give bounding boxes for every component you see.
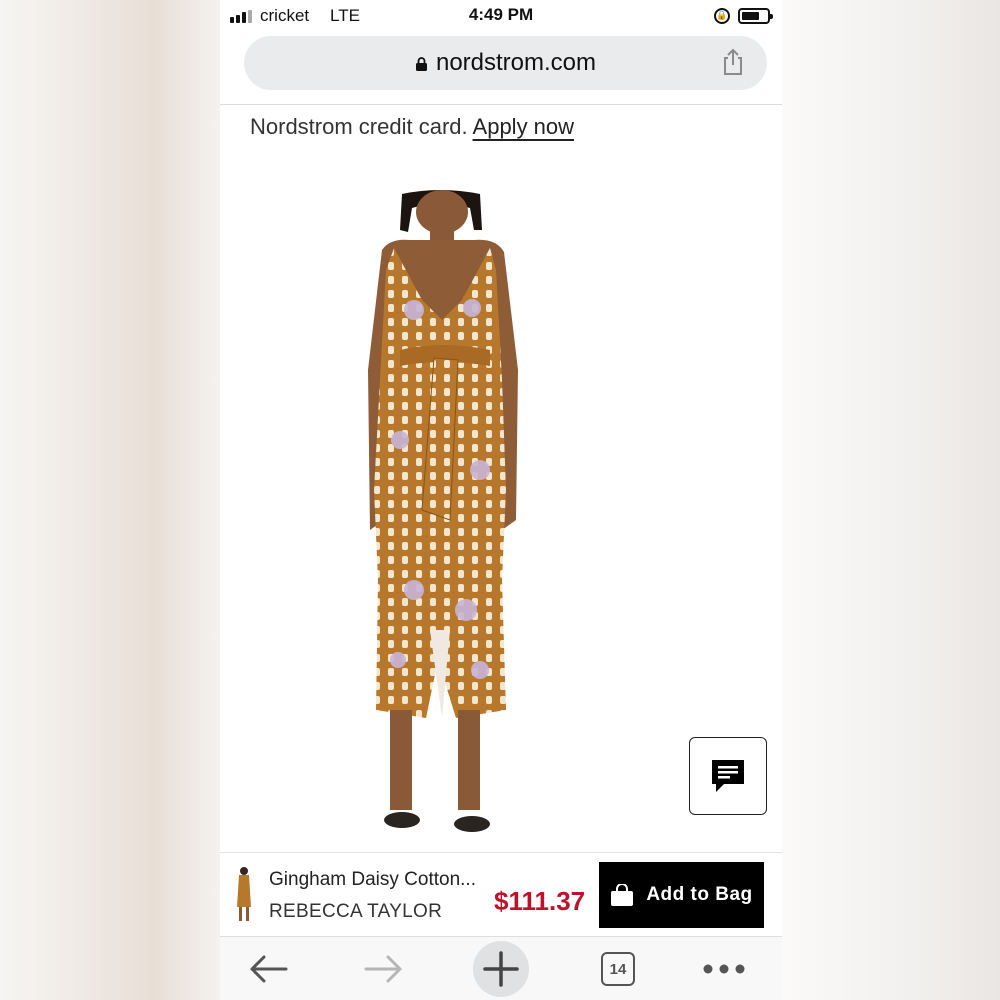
phone-screen: cricket LTE 4:49 PM 🔒 nordstrom.com Nord… <box>220 0 782 1000</box>
plus-icon <box>483 951 519 987</box>
shopping-bag-icon <box>611 884 634 906</box>
forward-arrow-icon <box>364 955 402 983</box>
padlock-icon <box>415 57 427 71</box>
product-image[interactable] <box>330 190 670 850</box>
product-price: $111.37 <box>494 886 586 916</box>
divider <box>220 104 782 105</box>
add-to-bag-button[interactable]: Add to Bag <box>599 862 764 928</box>
more-button[interactable] <box>700 945 748 993</box>
credit-card-promo: Nordstrom credit card. Apply now <box>250 114 574 140</box>
battery-icon <box>738 8 773 24</box>
product-brand: REBECCA TAYLOR <box>269 901 443 922</box>
more-icon <box>703 964 745 974</box>
rotation-lock-icon: 🔒 <box>714 8 730 24</box>
chat-icon <box>712 760 744 792</box>
product-thumbnail <box>237 867 251 921</box>
add-to-bag-label: Add to Bag <box>646 884 753 905</box>
status-time: 4:49 PM <box>468 5 534 24</box>
status-bar: cricket LTE 4:49 PM 🔒 <box>220 0 782 32</box>
tab-count: 14 <box>609 960 627 978</box>
url-text: nordstrom.com <box>435 49 597 76</box>
chat-button[interactable] <box>689 737 767 815</box>
address-bar[interactable]: nordstrom.com <box>244 36 767 90</box>
back-button[interactable] <box>246 945 290 993</box>
sticky-product-bar: Gingham Daisy Cotton... REBECCA TAYLOR $… <box>220 852 782 936</box>
background-right <box>782 0 1000 1000</box>
apply-now-link[interactable]: Apply now <box>473 114 575 139</box>
share-icon[interactable] <box>721 48 745 76</box>
promo-text: Nordstrom credit card. <box>250 114 468 139</box>
tabs-icon: 14 <box>601 952 635 986</box>
back-arrow-icon <box>250 955 288 983</box>
new-tab-button[interactable] <box>473 941 529 997</box>
product-name: Gingham Daisy Cotton... <box>269 869 476 890</box>
browser-toolbar: 14 <box>220 936 782 1000</box>
forward-button[interactable] <box>362 945 406 993</box>
tabs-button[interactable]: 14 <box>598 945 638 993</box>
background-left <box>0 0 220 1000</box>
